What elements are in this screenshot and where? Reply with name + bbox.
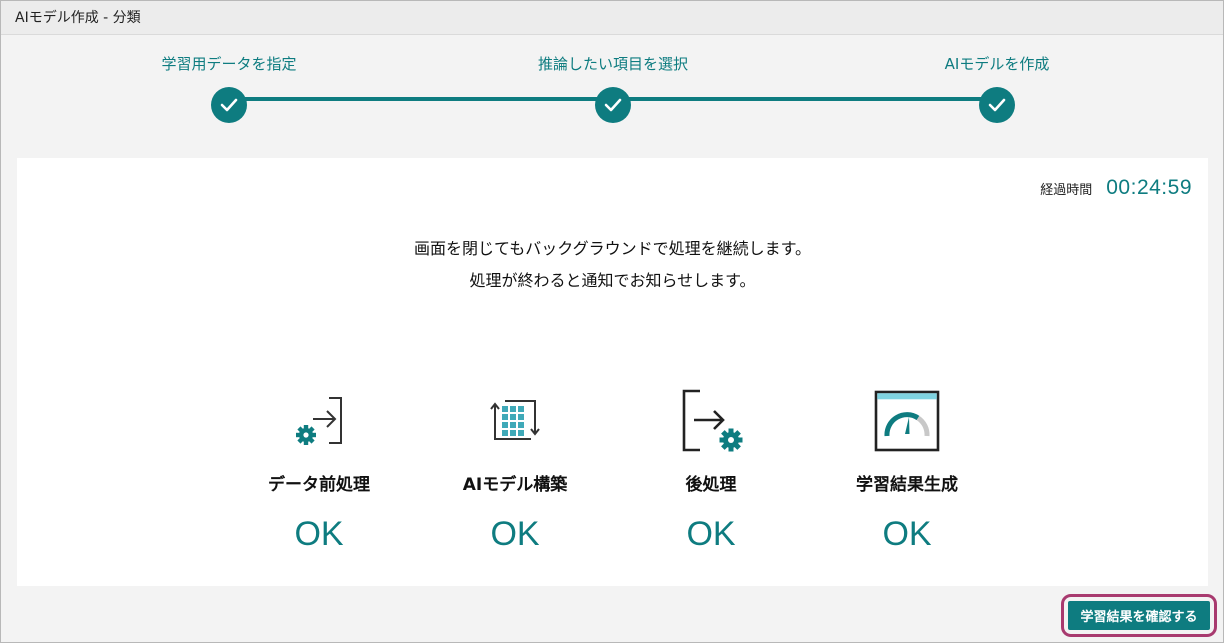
progress-panel: 経過時間 00:24:59 画面を閉じてもバックグラウンドで処理を継続します。 … xyxy=(17,158,1208,586)
stage-status: OK xyxy=(882,515,932,553)
stage-preprocess: データ前処理 OK xyxy=(221,388,417,554)
info-message-line1: 画面を閉じてもバックグラウンドで処理を継続します。 xyxy=(414,239,811,258)
progress-stepper: 学習用データを指定 推論したい項目を選択 AIモデルを作成 xyxy=(1,35,1223,145)
data-grid-build-icon xyxy=(417,388,613,454)
step-label: AIモデルを作成 xyxy=(944,55,1050,73)
info-message-line2: 処理が終わると通知でお知らせします。 xyxy=(469,271,756,290)
view-results-button[interactable]: 学習結果を確認する xyxy=(1068,601,1210,630)
stage-model-build: AIモデル構築 OK xyxy=(417,388,613,554)
step-create-model: AIモデルを作成 xyxy=(877,53,1117,123)
step-label: 学習用データを指定 xyxy=(161,55,297,73)
stage-status: OK xyxy=(490,515,540,553)
step-specify-data: 学習用データを指定 xyxy=(109,53,349,123)
gauge-report-icon xyxy=(809,388,1005,454)
stage-result-generation: 学習結果生成 OK xyxy=(809,388,1005,554)
check-icon xyxy=(979,87,1015,123)
confirm-button-highlight: 学習結果を確認する xyxy=(1061,594,1217,637)
stage-label: 学習結果生成 xyxy=(856,475,958,495)
stage-label: 後処理 xyxy=(685,475,737,495)
check-icon xyxy=(211,87,247,123)
elapsed-time: 経過時間 00:24:59 xyxy=(1040,176,1192,200)
dialog-window: AIモデル作成 - 分類 学習用データを指定 推論したい項目を選択 AIモデルを… xyxy=(0,0,1224,643)
stage-postprocess: 後処理 OK xyxy=(613,388,809,554)
elapsed-label: 経過時間 xyxy=(1040,183,1093,198)
data-import-gear-icon xyxy=(221,388,417,454)
step-select-target: 推論したい項目を選択 xyxy=(493,53,733,123)
window-title: AIモデル作成 - 分類 xyxy=(1,1,1223,35)
check-icon xyxy=(595,87,631,123)
step-label: 推論したい項目を選択 xyxy=(537,55,688,73)
stage-label: データ前処理 xyxy=(268,475,370,495)
stage-status: OK xyxy=(294,515,344,553)
stage-label: AIモデル構築 xyxy=(462,475,568,495)
export-gear-icon xyxy=(613,388,809,454)
stage-status: OK xyxy=(686,515,736,553)
elapsed-value: 00:24:59 xyxy=(1106,176,1192,199)
